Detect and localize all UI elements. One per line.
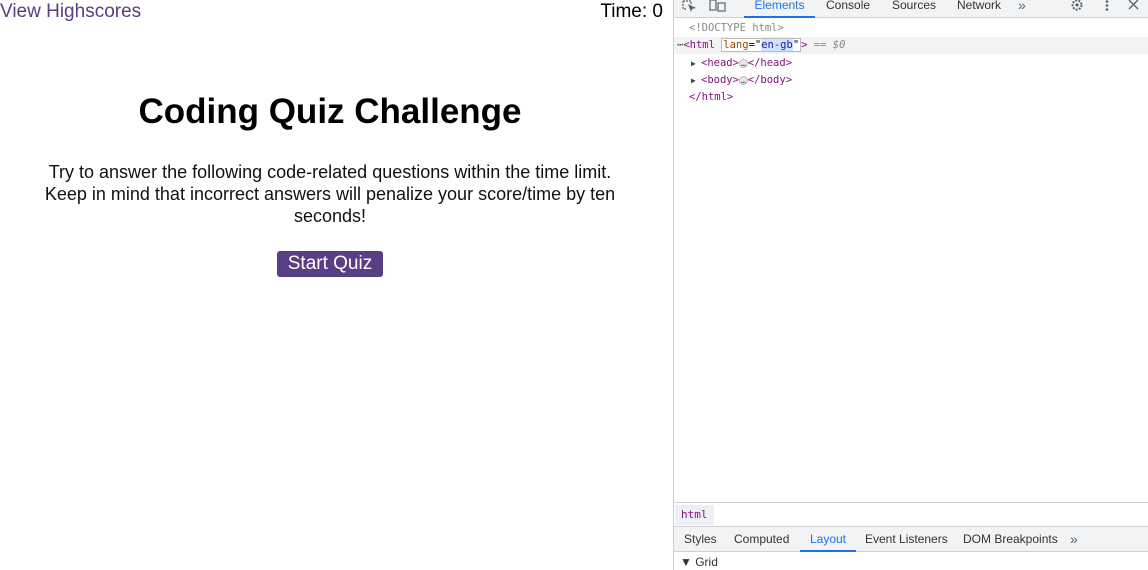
dom-doctype-line[interactable]: <!DOCTYPE html> [674,20,1148,37]
devtools-panel: Elements Console Sources Network » <!DOC… [673,0,1148,570]
page-viewport: View Highscores Time: 0 Coding Quiz Chal… [0,0,673,570]
start-quiz-button[interactable]: Start Quiz [277,251,383,277]
tab-computed[interactable]: Computed [734,527,789,552]
collapsed-ellipsis-icon[interactable]: … [738,75,748,85]
body-tag-close: </body> [747,74,793,86]
tab-dom-breakpoints[interactable]: DOM Breakpoints [963,527,1058,552]
selected-node-hint: == $0 [813,39,846,51]
tab-sources[interactable]: Sources [892,0,936,18]
dom-html-close-line[interactable]: </html> [674,89,1148,106]
inspect-element-icon[interactable] [682,0,698,14]
sidebar-pane-tabs: Styles Computed Layout Event Listeners D… [674,526,1148,552]
devtools-tab-bar: Elements Console Sources Network » [674,0,1148,18]
tab-elements[interactable]: Elements [744,0,815,18]
kebab-menu-icon[interactable] [1104,0,1110,14]
html-tag-bracket: > [801,39,808,51]
grid-section-toggle[interactable]: ▼ Grid [680,555,718,569]
head-tag-open: <head> [701,57,739,69]
tab-event-listeners[interactable]: Event Listeners [865,527,948,552]
view-highscores-link[interactable]: View Highscores [0,1,141,23]
close-icon[interactable] [1127,0,1139,14]
lang-attribute-editor[interactable]: lang="en-gb" [721,38,802,52]
device-toolbar-icon[interactable] [709,0,727,14]
attr-name-lang: lang [723,39,749,51]
quiz-description: Try to answer the following code-related… [44,162,616,226]
html-tag-close: </html> [689,91,734,103]
attr-value-lang: en-gb [761,39,793,51]
expand-triangle-icon[interactable]: ▶ [691,72,701,89]
expand-triangle-icon[interactable]: ▶ [691,55,701,72]
html-tag-open: <html [683,39,715,51]
timer-display: Time: 0 [600,1,663,22]
breadcrumb: html [674,502,1148,526]
settings-gear-icon[interactable] [1070,0,1084,14]
more-panels-icon[interactable]: » [1070,527,1078,552]
head-tag-close: </head> [747,57,793,69]
tab-network[interactable]: Network [957,0,1001,18]
page-title: Coding Quiz Challenge [138,92,522,131]
tab-console[interactable]: Console [826,0,870,18]
tab-styles[interactable]: Styles [684,527,717,552]
dom-head-line[interactable]: ▶ <head>… </head> [674,55,1148,72]
more-tabs-icon[interactable]: » [1018,0,1026,18]
tab-layout[interactable]: Layout [800,527,856,552]
body-tag-open: <body> [701,74,739,86]
collapsed-ellipsis-icon[interactable]: … [738,58,748,68]
dom-body-line[interactable]: ▶ <body>… </body> [674,72,1148,89]
doctype-text: <!DOCTYPE html> [689,22,784,34]
breadcrumb-item-html[interactable]: html [675,505,714,525]
dom-html-line[interactable]: ⋯<html lang="en-gb" > == $0 [674,37,1148,54]
